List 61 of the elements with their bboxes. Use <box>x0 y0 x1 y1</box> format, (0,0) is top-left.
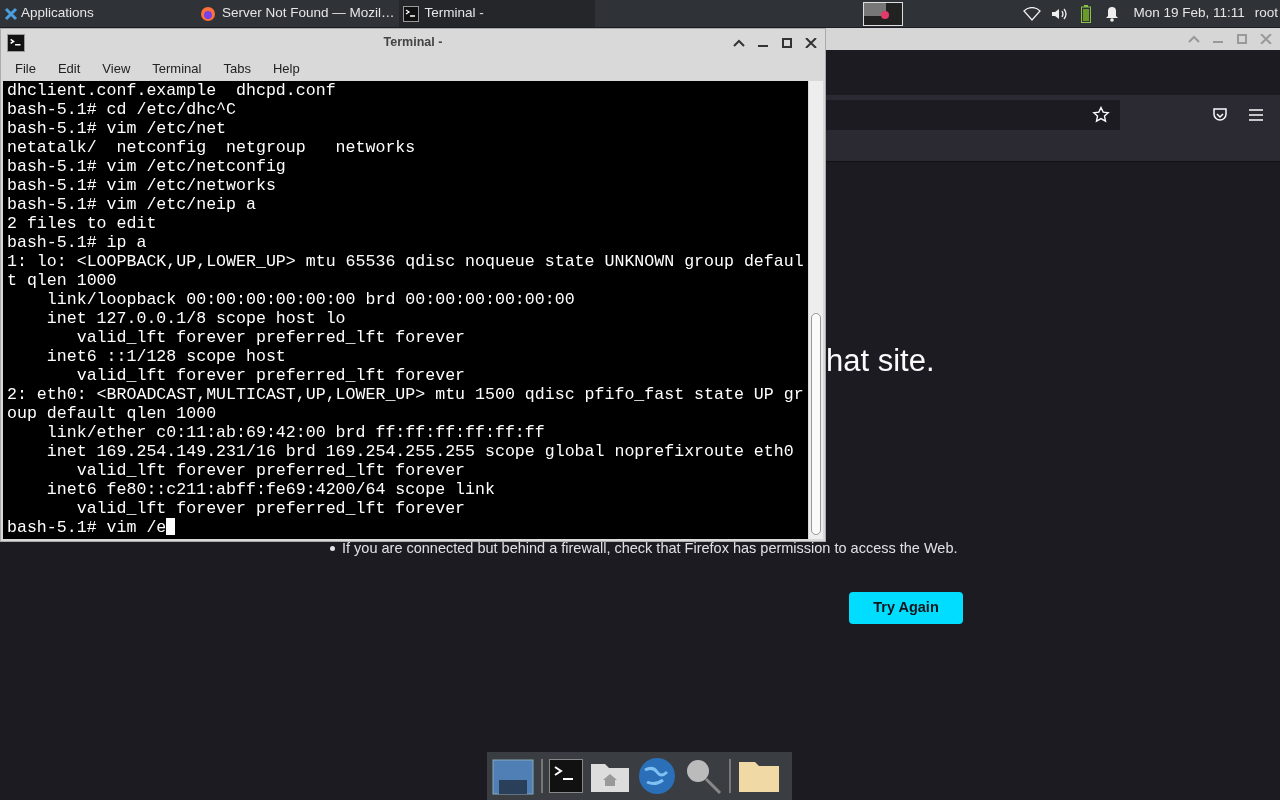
desktop-icon[interactable] <box>491 756 535 796</box>
terminal-line: 2 files to edit <box>6 214 158 233</box>
battery-icon[interactable] <box>1081 4 1092 23</box>
menu-icon[interactable] <box>1248 108 1264 122</box>
menu-item[interactable]: Terminal <box>141 58 213 79</box>
window-title: Terminal - <box>383 34 443 52</box>
globe-icon[interactable] <box>637 756 677 796</box>
terminal-line: bash-5.1# vim /e <box>3 518 808 537</box>
terminal-line: valid_lft forever preferred_lft forever <box>75 328 467 347</box>
pocket-icon[interactable] <box>1212 107 1228 123</box>
terminal-line: bash-5.1# vim /etc/netconfig <box>6 157 287 176</box>
menu-item[interactable]: View <box>91 58 142 79</box>
taskbar-button[interactable]: Server Not Found — Mozil… <box>196 0 399 27</box>
menu-item[interactable]: File <box>4 58 47 79</box>
terminal-line: valid_lft forever preferred_lft forever <box>75 461 467 480</box>
terminal-line: inet 169.254.149.231/16 brd 169.254.255.255 scope global noprefixroute eth0 <box>45 442 795 461</box>
x-logo-icon <box>4 6 18 21</box>
user-name[interactable]: root <box>1254 3 1278 24</box>
terminal-line: link/loopback 00:00:00:00:00:00 brd 00:00:00:00:00:00 <box>45 290 576 309</box>
terminal-line: bash-5.1# vim /etc/networks <box>6 176 277 195</box>
menu-item[interactable]: Help <box>261 58 311 79</box>
terminal-line: inet6 ::1/128 scope host <box>45 347 287 366</box>
try-again-button[interactable]: Try Again <box>849 592 963 624</box>
maximize-up-icon[interactable] <box>733 37 745 48</box>
terminal-line: netatalk/ netconfig netgroup networks <box>6 138 417 157</box>
terminal-line: valid_lft forever preferred_lft forever <box>75 366 467 385</box>
applications-menu[interactable]: Applications <box>0 0 196 27</box>
workspace-thumbnail[interactable] <box>863 1 904 26</box>
terminal-line: 1: lo: <LOOPBACK,UP,LOWER_UP> mtu 65536 qdisc noqueue state UNKNOWN group defaul <box>6 252 805 271</box>
terminal-line: oup default qlen 1000 <box>6 404 218 423</box>
star-icon[interactable] <box>1092 106 1110 124</box>
terminal-line: valid_lft forever preferred_lft forever <box>75 499 467 518</box>
menu-item[interactable]: Edit <box>46 58 92 79</box>
terminal-line: t qlen 1000 <box>6 271 118 290</box>
notification-bell-icon[interactable] <box>1105 5 1120 22</box>
terminal-line: link/ether c0:11:ab:69:42:00 brd ff:ff:ff:ff:ff:ff <box>45 423 546 442</box>
terminal-icon <box>402 5 419 22</box>
maximize-icon[interactable] <box>781 37 793 48</box>
terminal-line: bash-5.1# ip a <box>6 233 148 252</box>
terminal-icon[interactable] <box>7 33 25 52</box>
address-field[interactable] <box>826 100 1120 130</box>
terminal-icon[interactable] <box>549 759 583 793</box>
clock[interactable]: Mon 19 Feb, 11:11 <box>1133 3 1245 24</box>
terminal-line: inet 127.0.0.1/8 scope host lo <box>45 309 347 328</box>
terminal-line: dhclient.conf.example dhcpd.conf <box>6 81 337 100</box>
taskbar-button[interactable]: Terminal - <box>398 0 595 27</box>
terminal-line: 2: eth0: <BROADCAST,MULTICAST,UP,LOWER_UP> mtu 1500 qdisc pfifo_fast state UP gr <box>6 385 805 404</box>
text-cursor <box>166 518 176 535</box>
terminal-line: bash-5.1# cd /etc/dhc^C <box>6 100 238 119</box>
volume-icon[interactable] <box>1051 6 1070 21</box>
terminal-line: bash-5.1# vim /etc/net <box>6 119 228 138</box>
bullet-item: If you are connected but behind a firewall, check that Firefox has permission to access the Web. <box>330 538 958 560</box>
wifi-icon[interactable] <box>1023 6 1042 21</box>
browser-icon <box>200 5 216 22</box>
terminal-line: bash-5.1# vim /etc/neip a <box>6 195 257 214</box>
scrollbar[interactable] <box>809 81 823 539</box>
menu-item[interactable]: Tabs <box>212 58 262 79</box>
close-icon[interactable] <box>805 37 817 48</box>
scrollbar-thumb[interactable] <box>811 313 821 535</box>
page-heading: hat site. <box>826 342 935 380</box>
terminal-line: inet6 fe80::c211:abff:fe69:4200/64 scope link <box>45 480 496 499</box>
